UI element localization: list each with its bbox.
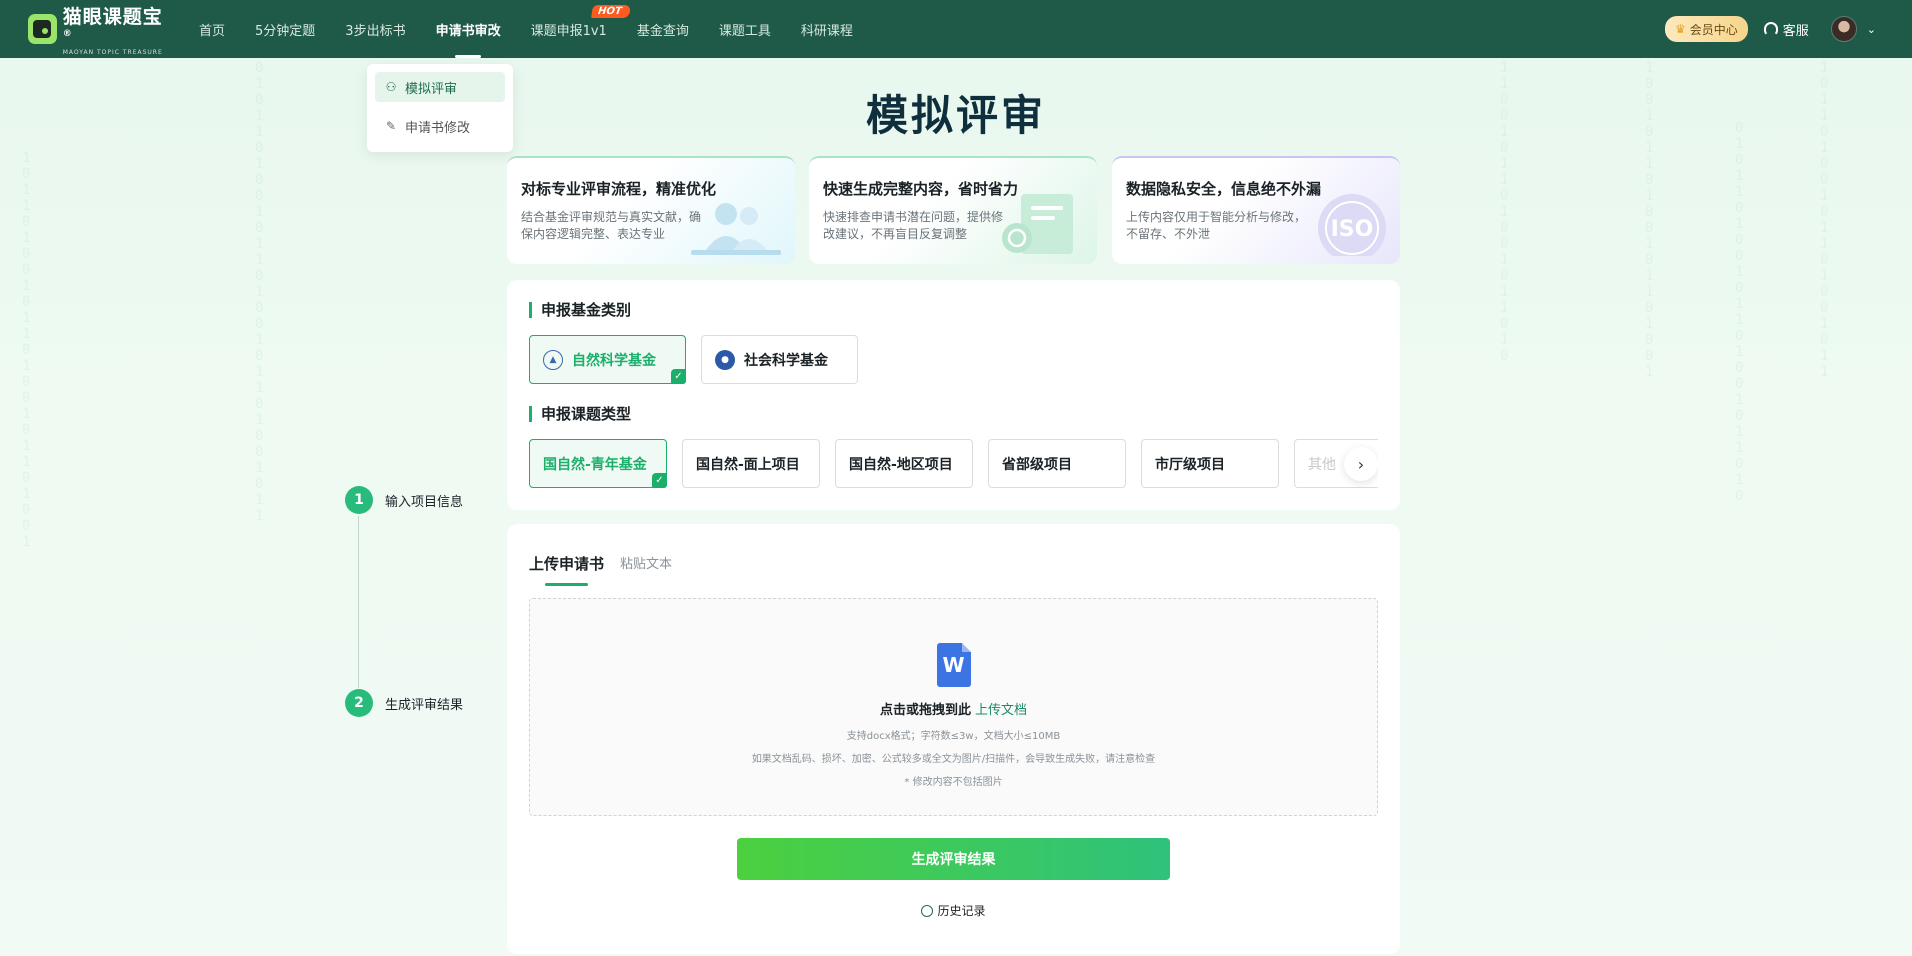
check-icon: ✓ xyxy=(652,473,667,488)
chevron-down-icon[interactable]: ⌄ xyxy=(1867,23,1876,36)
input-tabs: 上传申请书 粘贴文本 xyxy=(529,546,1378,586)
vip-center-button[interactable]: ♛ 会员中心 xyxy=(1664,16,1748,42)
dropzone-label: 点击或拖拽到此 上传文档 xyxy=(879,703,1028,718)
fund-option-natural-science[interactable]: ▲ 自然科学基金 ✓ xyxy=(529,335,686,384)
crown-icon: ♛ xyxy=(1674,22,1686,36)
main-nav: 首页 5分钟定题 3步出标书 申请书审改 课题申报1v1 HOT 基金查询 课题工… xyxy=(184,0,868,58)
top-navbar: 猫眼课题宝® MAOYAN TOPIC TREASURE 首页 5分钟定题 3步… xyxy=(0,0,1912,58)
type-option-general[interactable]: 国自然-面上项目 xyxy=(682,439,820,488)
headset-icon xyxy=(1763,22,1778,36)
type-option-provincial[interactable]: 省部级项目 xyxy=(988,439,1126,488)
registered-mark: ® xyxy=(62,29,73,39)
generate-review-button[interactable]: 生成评审结果 xyxy=(737,838,1170,880)
feature-card: 数据隐私安全，信息绝不外漏 上传内容仅用于智能分析与修改，不留存、不外泄 ISO xyxy=(1112,156,1400,264)
word-document-icon: W xyxy=(936,643,971,687)
reviewers-illustration-icon xyxy=(691,203,781,255)
binary-decoration: 0101101001011010010110100 xyxy=(1735,120,1744,500)
fund-option-social-science[interactable]: ● 社会科学基金 xyxy=(701,335,858,384)
binary-decoration: 10110100101101001011010010 xyxy=(22,150,31,550)
check-icon: ✓ xyxy=(671,369,686,384)
step-2: 2 生成评审结果 xyxy=(345,689,463,717)
feature-card: 对标专业评审流程，精准优化 结合基金评审规范与真实文献，确保内容逻辑完整、表达专… xyxy=(507,156,795,264)
upload-panel: 上传申请书 粘贴文本 W 点击或拖拽到此 上传文档 支持docx格式；字符数≤3w… xyxy=(507,524,1400,954)
file-dropzone[interactable]: W 点击或拖拽到此 上传文档 支持docx格式；字符数≤3w，文档大小≤10MB … xyxy=(529,598,1378,816)
nav-item-proposal-3steps[interactable]: 3步出标书 xyxy=(330,0,420,58)
svg-text:ISO: ISO xyxy=(1331,217,1374,242)
scroll-right-button[interactable]: › xyxy=(1344,447,1378,481)
nav-item-topic-5min[interactable]: 5分钟定题 xyxy=(240,0,330,58)
type-option-regional[interactable]: 国自然-地区项目 xyxy=(835,439,973,488)
logo-icon xyxy=(28,14,57,44)
nav-item-home[interactable]: 首页 xyxy=(184,0,240,58)
upload-link[interactable]: 上传文档 xyxy=(975,703,1027,718)
feature-card: 快速生成完整内容，省时省力 快速排查申请书潜在问题，提供修改建议，不再盲目反复调… xyxy=(809,156,1097,264)
fund-selection-panel: 申报基金类别 ▲ 自然科学基金 ✓ ● 社会科学基金 申报课题类型 国自然-青年… xyxy=(507,280,1400,510)
format-hint: 支持docx格式；字符数≤3w，文档大小≤10MB xyxy=(846,731,1061,742)
image-note: * 修改内容不包括图片 xyxy=(904,777,1003,788)
history-link[interactable]: 历史记录 xyxy=(529,902,1378,919)
warning-hint: 如果文档乱码、损坏、加密、公式较多或全文为图片/扫描件，会导致生成失败，请注意检… xyxy=(751,754,1156,765)
chevron-right-icon: › xyxy=(1357,454,1365,474)
tab-upload[interactable]: 上传申请书 xyxy=(529,553,604,586)
nav-item-proposal-review[interactable]: 申请书审改 xyxy=(421,0,516,58)
document-refresh-illustration-icon xyxy=(1002,194,1073,254)
type-option-youth[interactable]: 国自然-青年基金 ✓ xyxy=(529,439,667,488)
feature-desc: 上传内容仅用于智能分析与修改，不留存、不外泄 xyxy=(1126,210,1307,241)
step-connector xyxy=(358,516,359,688)
nav-item-project-1v1[interactable]: 课题申报1v1 HOT xyxy=(516,0,631,58)
nav-item-courses[interactable]: 科研课程 xyxy=(786,0,868,58)
clock-icon xyxy=(921,905,934,917)
type-option-municipal[interactable]: 市厅级项目 xyxy=(1141,439,1279,488)
feature-desc: 结合基金评审规范与真实文献，确保内容逻辑完整、表达专业 xyxy=(521,210,702,241)
nav-item-fund-search[interactable]: 基金查询 xyxy=(622,0,704,58)
page-title: 模拟评审 xyxy=(865,91,1046,140)
nssf-logo-icon: ● xyxy=(715,349,735,370)
tab-paste-text[interactable]: 粘贴文本 xyxy=(620,553,672,586)
logo-text: 猫眼课题宝 xyxy=(62,6,163,28)
nsfc-logo-icon: ▲ xyxy=(543,349,563,370)
iso-seal-illustration-icon: ISO xyxy=(1318,194,1386,256)
fund-category-title: 申报基金类别 xyxy=(529,302,1378,318)
logo-subtitle: MAOYAN TOPIC TREASURE xyxy=(62,49,163,56)
feature-desc: 快速排查申请书潜在问题，提供修改建议，不再盲目反复调整 xyxy=(823,210,1004,241)
avatar[interactable] xyxy=(1830,16,1857,42)
step-1: 1 输入项目信息 xyxy=(345,486,463,514)
customer-service-button[interactable]: 客服 xyxy=(1763,20,1809,39)
logo[interactable]: 猫眼课题宝® MAOYAN TOPIC TREASURE xyxy=(28,2,168,56)
project-type-title: 申报课题类型 xyxy=(529,406,1378,422)
nav-item-tools[interactable]: 课题工具 xyxy=(704,0,786,58)
